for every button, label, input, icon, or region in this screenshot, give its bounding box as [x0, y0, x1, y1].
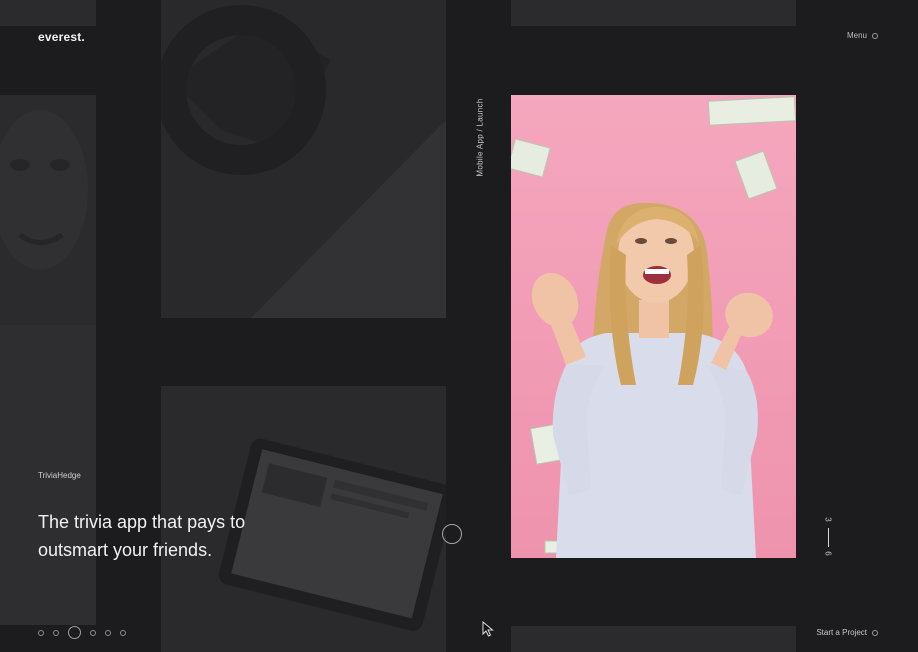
slide-dot[interactable] — [90, 629, 96, 636]
pager-total: 6 — [823, 551, 833, 556]
start-project-circle-icon — [872, 629, 878, 636]
background-tile — [0, 0, 96, 26]
menu-button[interactable]: Menu — [847, 31, 878, 40]
brand-logo[interactable]: everest. — [38, 30, 85, 44]
slide-pager: 3 6 — [818, 515, 838, 561]
mouse-cursor-icon — [482, 621, 494, 637]
background-tile-shapes — [161, 0, 446, 318]
project-client: TriviaHedge — [38, 471, 81, 480]
slide-dot-active[interactable] — [68, 626, 81, 639]
slide-dot[interactable] — [53, 629, 59, 636]
project-category: Mobile App / Launch — [470, 92, 490, 182]
start-project-button[interactable]: Start a Project — [816, 628, 878, 637]
background-tile — [511, 0, 796, 26]
project-hero-image[interactable] — [511, 95, 796, 558]
pager-current: 3 — [823, 517, 833, 522]
project-headline[interactable]: The trivia app that pays to outsmart you… — [38, 508, 338, 564]
menu-circle-icon — [872, 32, 878, 39]
page: everest. Menu Mobile App / Launch Trivia… — [0, 0, 918, 652]
background-tile — [511, 626, 796, 652]
view-project-circle-button[interactable] — [442, 524, 462, 544]
headline-line: outsmart your friends. — [38, 540, 213, 560]
project-category-label: Mobile App / Launch — [475, 97, 485, 177]
slide-dot[interactable] — [105, 629, 111, 636]
slide-dot[interactable] — [120, 629, 126, 636]
headline-line: The trivia app that pays to — [38, 512, 246, 532]
menu-label: Menu — [846, 31, 867, 40]
start-project-label: Start a Project — [816, 628, 867, 637]
slide-nav-dots — [38, 626, 126, 639]
slide-dot[interactable] — [38, 629, 44, 636]
